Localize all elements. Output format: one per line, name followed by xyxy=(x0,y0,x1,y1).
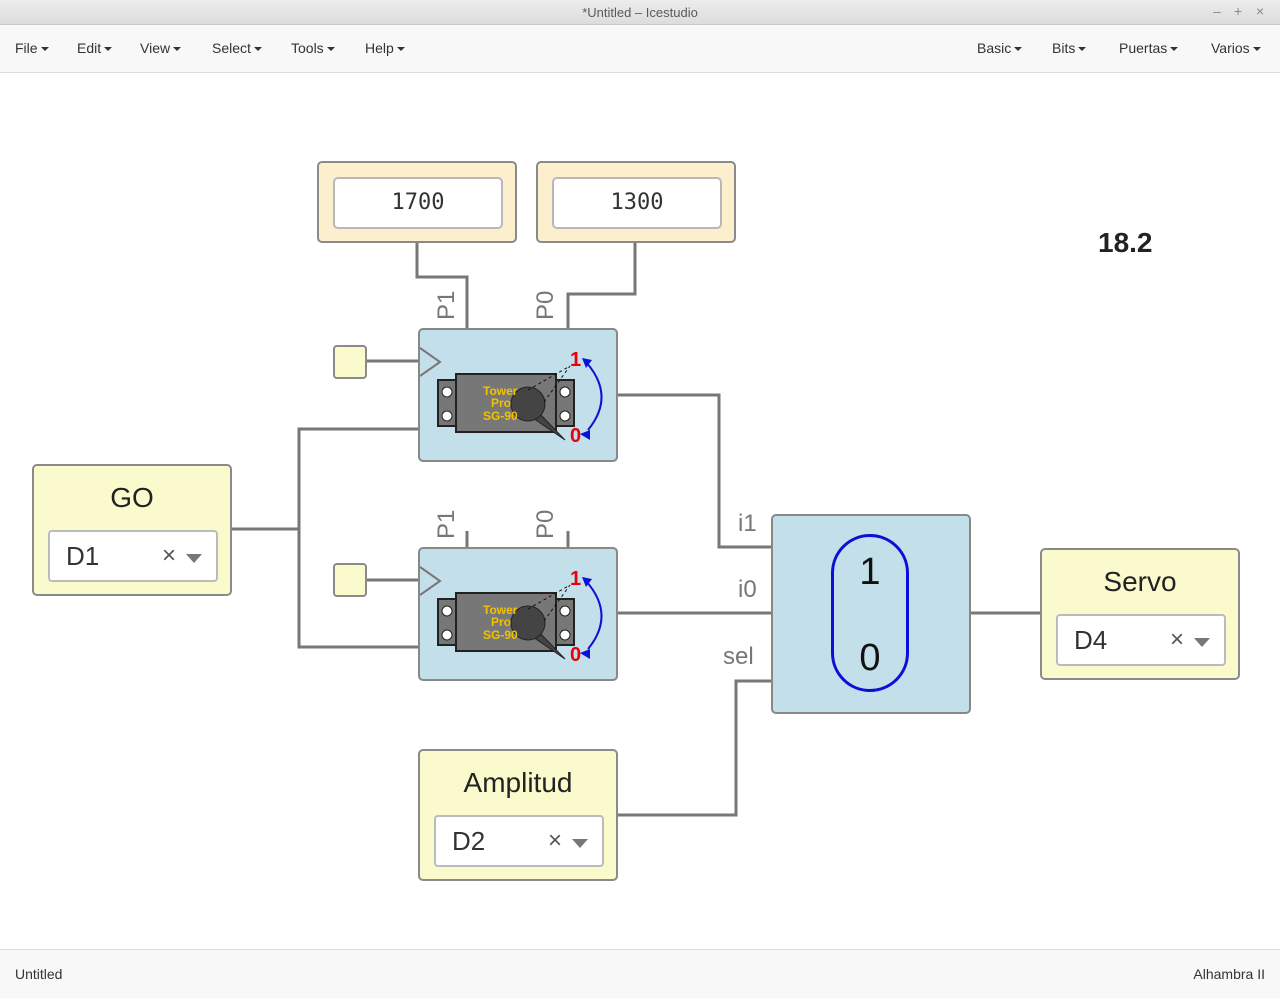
status-board-name[interactable]: Alhambra II xyxy=(1193,966,1265,982)
menu-view-label: View xyxy=(140,40,171,56)
servo-label-line2: Pro xyxy=(491,396,511,410)
pin-select-value: D1 xyxy=(66,541,100,571)
window-title: *Untitled – Icestudio xyxy=(582,5,698,20)
pin-select-value: D4 xyxy=(1074,625,1108,655)
menu-edit[interactable]: Edit xyxy=(77,40,113,56)
pin-select-go[interactable]: D1 × xyxy=(48,530,218,582)
servo-block-bottom[interactable]: Tower Pro SG-90 1 0 xyxy=(418,547,618,681)
servo-bottom-p0-label: P0 xyxy=(532,509,559,539)
constant-p1-input[interactable]: 1700 xyxy=(333,177,503,229)
caret-down-icon xyxy=(40,47,49,52)
mux-port-i0: i0 xyxy=(738,576,757,603)
menu-bits[interactable]: Bits xyxy=(1052,40,1087,56)
menu-help-label: Help xyxy=(365,40,394,56)
input-pin-go[interactable]: GO D1 × xyxy=(32,464,232,596)
menu-basic-label: Basic xyxy=(977,40,1012,56)
clear-icon[interactable]: × xyxy=(1170,626,1184,654)
mux-one: 1 xyxy=(859,551,881,593)
menu-file-label: File xyxy=(15,40,38,56)
caret-down-icon xyxy=(1170,47,1179,52)
servo-icon: Tower Pro SG-90 1 0 xyxy=(420,347,603,447)
caret-down-icon xyxy=(104,47,113,52)
servo-top-p0-label: P0 xyxy=(532,290,559,320)
servo-zero-label: 0 xyxy=(570,425,581,447)
menu-puertas[interactable]: Puertas xyxy=(1119,40,1179,56)
mux-port-i1: i1 xyxy=(738,510,757,537)
mux-block[interactable]: 1 0 xyxy=(771,514,971,714)
servo-label-line3: SG-90 xyxy=(483,409,518,423)
caret-down-icon xyxy=(253,47,262,52)
wire-go-top[interactable] xyxy=(232,427,418,531)
version-label: 18.2 xyxy=(1098,227,1153,258)
menu-help[interactable]: Help xyxy=(365,40,405,56)
menu-basic[interactable]: Basic xyxy=(977,40,1023,56)
pin-name-go: GO xyxy=(110,482,154,513)
menu-puertas-label: Puertas xyxy=(1119,40,1168,56)
menu-tools-label: Tools xyxy=(291,40,324,56)
pin-name-servo: Servo xyxy=(1103,566,1177,597)
input-pin-amplitud[interactable]: Amplitud D2 × xyxy=(418,749,618,881)
menu-select[interactable]: Select xyxy=(212,40,262,56)
menu-file[interactable]: File xyxy=(15,40,49,56)
dropdown-arrow-icon[interactable] xyxy=(1194,638,1210,647)
dropdown-arrow-icon[interactable] xyxy=(186,554,202,563)
servo-label-line2: Pro xyxy=(491,615,511,629)
output-pin-servo[interactable]: Servo D4 × xyxy=(1040,548,1240,680)
caret-down-icon xyxy=(326,47,335,52)
caret-down-icon xyxy=(173,47,182,52)
servo-label-line3: SG-90 xyxy=(483,628,518,642)
menu-varios[interactable]: Varios xyxy=(1211,40,1261,56)
servo-zero-label: 0 xyxy=(570,644,581,666)
dropdown-arrow-icon[interactable] xyxy=(572,839,588,848)
caret-down-icon xyxy=(1252,47,1261,52)
clear-icon[interactable]: × xyxy=(548,827,562,855)
maximize-button[interactable]: + xyxy=(1234,3,1242,19)
menu-bar: File Edit View Select Tools Help Basic B… xyxy=(0,25,1280,73)
servo-top-p1-label: P1 xyxy=(433,290,460,320)
servo-icon: Tower Pro SG-90 1 0 xyxy=(420,566,603,666)
menu-tools[interactable]: Tools xyxy=(291,40,335,56)
pin-name-amplitud: Amplitud xyxy=(463,767,573,798)
servo-block-top[interactable]: Tower Pro SG-90 1 0 xyxy=(418,328,618,462)
status-project-name: Untitled xyxy=(15,966,63,982)
pin-select-amplitud[interactable]: D2 × xyxy=(434,815,604,867)
caret-down-icon xyxy=(1014,47,1023,52)
status-bar: Untitled Alhambra II xyxy=(0,949,1280,998)
servo-one-label: 1 xyxy=(570,349,581,371)
menu-view[interactable]: View xyxy=(140,40,182,56)
menu-edit-label: Edit xyxy=(77,40,102,56)
constant-p0-block[interactable]: 1300 xyxy=(536,161,736,243)
mux-port-sel: sel xyxy=(723,643,754,670)
pin-select-value: D2 xyxy=(452,826,486,856)
menu-varios-label: Varios xyxy=(1211,40,1250,56)
pin-select-servo[interactable]: D4 × xyxy=(1056,614,1226,666)
design-canvas[interactable]: 1700 1300 18.2 P1 P0 P1 P0 Tower Pro SG-… xyxy=(0,73,1280,949)
title-bar: *Untitled – Icestudio – + × xyxy=(0,0,1280,25)
servo-bottom-p1-label: P1 xyxy=(433,509,460,539)
minimize-button[interactable]: – xyxy=(1213,3,1221,19)
wire-mux-sel[interactable] xyxy=(618,679,771,817)
menu-select-label: Select xyxy=(212,40,251,56)
caret-down-icon xyxy=(1078,47,1087,52)
constant-p1-block[interactable]: 1700 xyxy=(317,161,517,243)
clear-icon[interactable]: × xyxy=(162,542,176,570)
close-button[interactable]: × xyxy=(1256,3,1264,19)
constant-p0-input[interactable]: 1300 xyxy=(552,177,722,229)
wire-const-p0-top[interactable] xyxy=(566,243,637,328)
menu-bits-label: Bits xyxy=(1052,40,1076,56)
mux-zero: 0 xyxy=(859,637,881,679)
clock-input-top[interactable] xyxy=(333,345,367,379)
clock-input-bottom[interactable] xyxy=(333,563,367,597)
servo-one-label: 1 xyxy=(570,568,581,590)
caret-down-icon xyxy=(396,47,405,52)
mux-icon: 1 0 xyxy=(831,534,909,692)
